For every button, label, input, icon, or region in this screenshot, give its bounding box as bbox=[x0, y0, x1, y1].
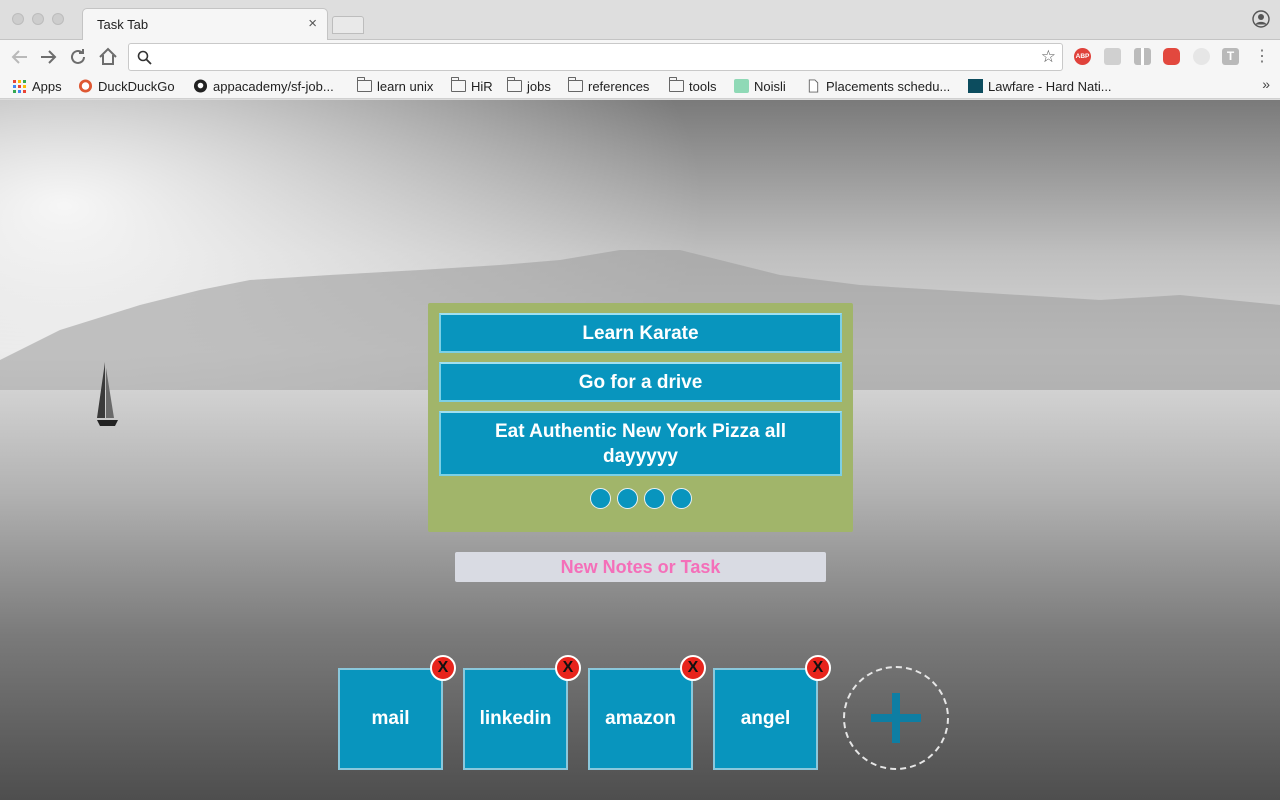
plus-icon bbox=[871, 693, 921, 743]
bookmark-hir[interactable]: HiR bbox=[451, 77, 493, 95]
bookmarks-bar: Apps DuckDuckGo appacademy/sf-job... lea… bbox=[0, 73, 1280, 99]
github-icon bbox=[193, 79, 208, 93]
remove-tile-button[interactable]: X bbox=[430, 655, 456, 681]
folder-icon bbox=[357, 77, 372, 92]
remove-tile-button[interactable]: X bbox=[680, 655, 706, 681]
more-bookmarks-icon[interactable]: » bbox=[1262, 76, 1270, 92]
new-task-input[interactable] bbox=[455, 552, 826, 582]
home-icon[interactable] bbox=[96, 45, 120, 69]
adblock-plus-icon[interactable]: ABP bbox=[1074, 48, 1091, 65]
bookmark-label: jobs bbox=[527, 78, 551, 94]
apps-grid-icon bbox=[13, 80, 26, 93]
tab-title: Task Tab bbox=[97, 17, 149, 32]
bookmark-references[interactable]: references bbox=[568, 77, 649, 95]
extension-bars-icon[interactable] bbox=[1134, 48, 1151, 65]
search-icon bbox=[137, 50, 152, 65]
pagination-dots bbox=[428, 488, 853, 509]
task-list-panel: Learn Karate Go for a drive Eat Authenti… bbox=[428, 303, 853, 532]
forward-arrow-icon[interactable] bbox=[36, 45, 60, 69]
bookmark-label: Apps bbox=[32, 78, 62, 94]
close-window-button[interactable] bbox=[12, 13, 24, 25]
page-icon bbox=[808, 79, 819, 93]
pagination-dot[interactable] bbox=[589, 488, 611, 509]
minimize-window-button[interactable] bbox=[32, 13, 44, 25]
folder-icon bbox=[507, 77, 522, 92]
folder-icon bbox=[451, 77, 466, 92]
extension-gray-icon[interactable] bbox=[1104, 48, 1121, 65]
maximize-window-button[interactable] bbox=[52, 13, 64, 25]
duckduckgo-icon bbox=[78, 79, 93, 93]
new-tab-button[interactable] bbox=[332, 16, 364, 34]
bookmark-label: Lawfare - Hard Nati... bbox=[988, 78, 1112, 94]
task-item[interactable]: Eat Authentic New York Pizza all dayyyyy bbox=[439, 411, 842, 476]
bookmark-duckduckgo[interactable]: DuckDuckGo bbox=[78, 77, 175, 95]
remove-tile-button[interactable]: X bbox=[555, 655, 581, 681]
task-tab-page: Learn Karate Go for a drive Eat Authenti… bbox=[0, 100, 1280, 800]
extension-red-icon[interactable] bbox=[1163, 48, 1180, 65]
bookmark-placements[interactable]: Placements schedu... bbox=[806, 77, 950, 95]
bookmark-appacademy[interactable]: appacademy/sf-job... bbox=[193, 77, 334, 95]
extension-t-icon[interactable]: T bbox=[1222, 48, 1239, 65]
tab-close-icon[interactable]: × bbox=[308, 15, 317, 32]
link-tile-mail[interactable]: mail bbox=[338, 668, 443, 770]
bookmark-apps[interactable]: Apps bbox=[12, 77, 62, 95]
link-tile-angel[interactable]: angel bbox=[713, 668, 818, 770]
bookmark-label: learn unix bbox=[377, 78, 434, 94]
address-bar[interactable]: ☆ bbox=[128, 43, 1063, 71]
bookmark-tools[interactable]: tools bbox=[669, 77, 716, 95]
browser-toolbar: ☆ ABP T ⋮ bbox=[0, 40, 1280, 73]
bookmark-learn-unix[interactable]: learn unix bbox=[357, 77, 433, 95]
bookmark-label: Placements schedu... bbox=[826, 78, 951, 94]
bookmark-star-icon[interactable]: ☆ bbox=[1041, 47, 1056, 67]
bookmark-label: HiR bbox=[471, 78, 493, 94]
browser-titlebar: Task Tab × bbox=[0, 0, 1280, 41]
folder-icon bbox=[669, 77, 684, 92]
menu-dots-icon[interactable]: ⋮ bbox=[1250, 45, 1274, 69]
noisli-icon bbox=[734, 79, 749, 93]
link-tile-linkedin[interactable]: linkedin bbox=[463, 668, 568, 770]
remove-tile-button[interactable]: X bbox=[805, 655, 831, 681]
bookmark-label: references bbox=[588, 78, 650, 94]
bookmark-label: DuckDuckGo bbox=[98, 78, 175, 94]
browser-tab-active[interactable]: Task Tab × bbox=[82, 8, 328, 41]
bookmark-jobs[interactable]: jobs bbox=[507, 77, 551, 95]
bookmark-label: appacademy/sf-job... bbox=[213, 78, 334, 94]
folder-icon bbox=[568, 77, 583, 92]
reload-icon[interactable] bbox=[66, 45, 90, 69]
pagination-dot[interactable] bbox=[616, 488, 638, 509]
task-item[interactable]: Go for a drive bbox=[439, 362, 842, 402]
profile-icon[interactable] bbox=[1252, 10, 1270, 28]
link-tile-amazon[interactable]: amazon bbox=[588, 668, 693, 770]
address-input[interactable] bbox=[157, 48, 1037, 66]
back-arrow-icon[interactable] bbox=[8, 45, 32, 69]
extension-circle-icon[interactable] bbox=[1193, 48, 1210, 65]
bookmark-noisli[interactable]: Noisli bbox=[734, 77, 786, 95]
bookmark-lawfare[interactable]: Lawfare - Hard Nati... bbox=[968, 77, 1112, 95]
pagination-dot[interactable] bbox=[643, 488, 665, 509]
lawfare-icon bbox=[968, 79, 983, 93]
pagination-dot[interactable] bbox=[670, 488, 692, 509]
task-item[interactable]: Learn Karate bbox=[439, 313, 842, 353]
bookmark-label: Noisli bbox=[754, 78, 786, 94]
bookmark-label: tools bbox=[689, 78, 717, 94]
add-link-button[interactable] bbox=[843, 666, 949, 770]
